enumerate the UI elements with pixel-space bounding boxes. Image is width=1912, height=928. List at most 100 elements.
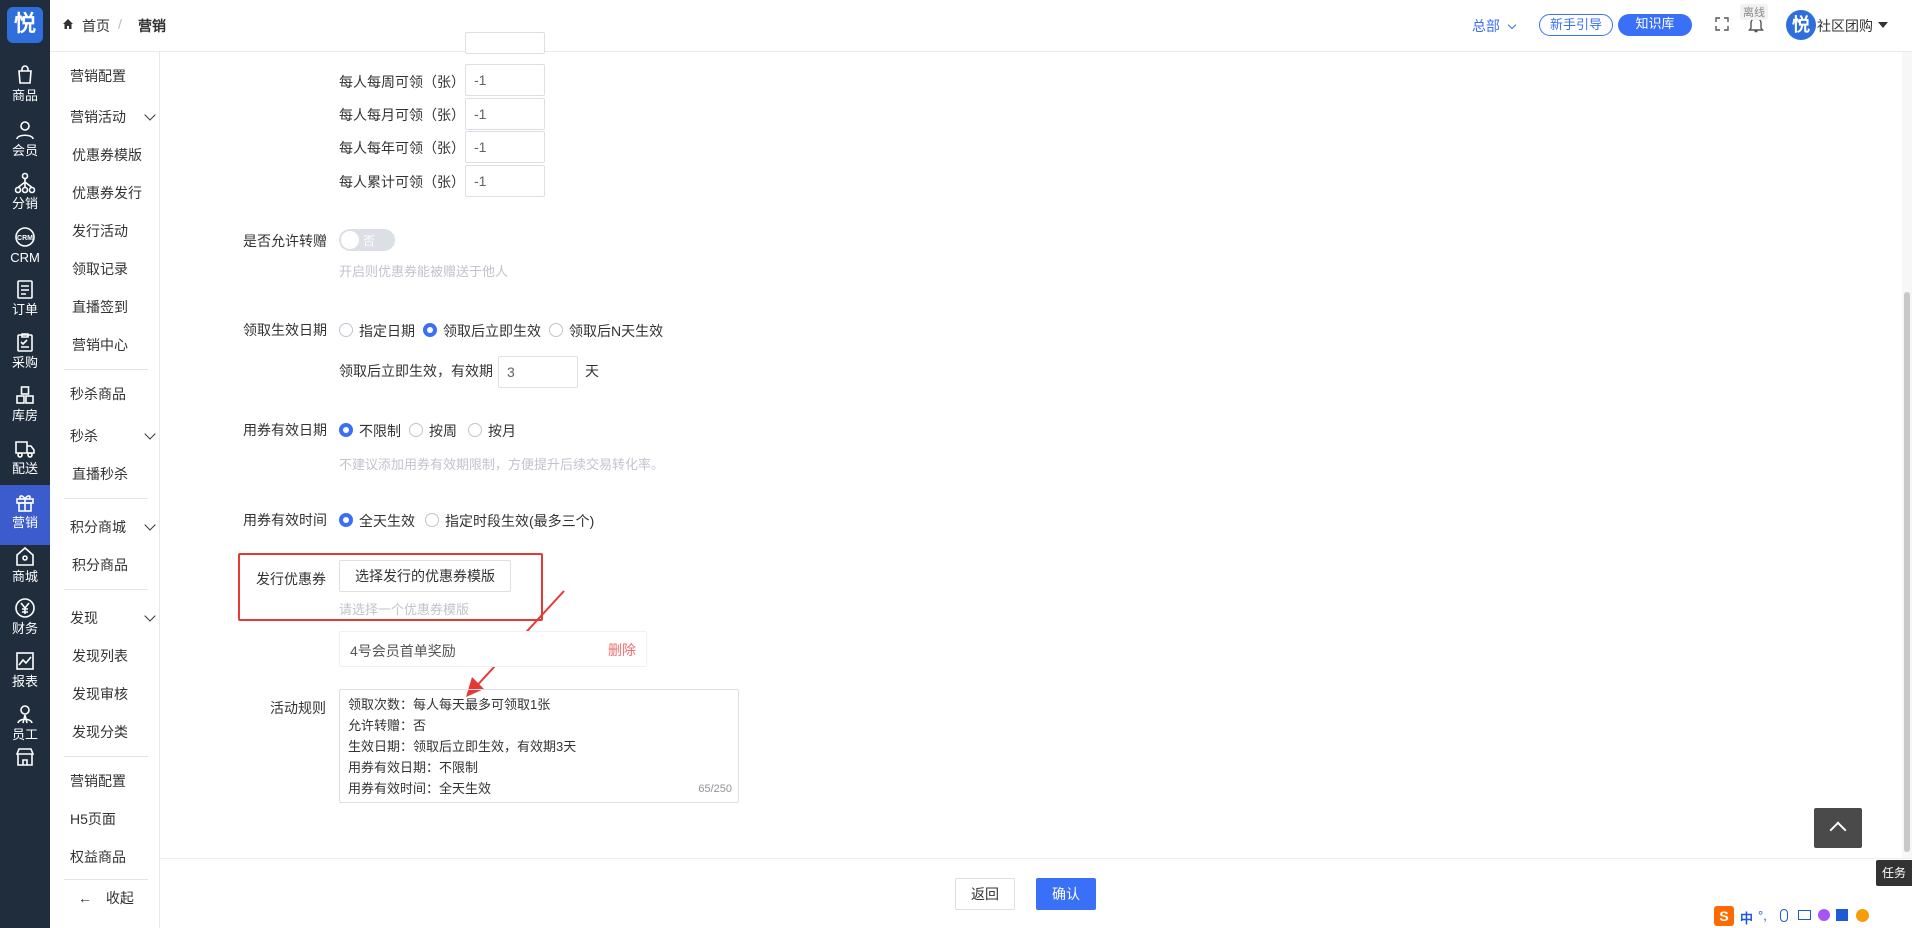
avatar[interactable]: 悦: [1786, 10, 1816, 40]
submenu-item-marketing-config-2[interactable]: 营销配置: [70, 771, 126, 791]
submenu-item-live-flash-sale[interactable]: 直播秒杀: [72, 464, 128, 484]
claim-date-option-immediate[interactable]: 领取后立即生效: [423, 320, 543, 340]
keyboard-icon[interactable]: [1798, 910, 1811, 920]
submenu-item-claim-records[interactable]: 领取记录: [72, 259, 128, 279]
guide-button[interactable]: 新手引导: [1539, 14, 1613, 36]
confirm-button[interactable]: 确认: [1036, 878, 1096, 910]
rail-item-crm[interactable]: CRM CRM: [0, 220, 50, 280]
limit-input-month[interactable]: -1: [465, 98, 545, 130]
task-tab[interactable]: 任务: [1876, 860, 1912, 886]
top-header: 首页 / 营销 总部 新手引导 知识库 离线 悦 社区团购: [50, 0, 1912, 52]
chevron-down-icon: [144, 109, 156, 121]
org-selector[interactable]: 总部: [1472, 16, 1517, 36]
ime-mode-chinese[interactable]: 中: [1740, 908, 1753, 927]
radio-label: 指定日期: [359, 323, 415, 339]
use-time-option-period[interactable]: 指定时段生效(最多三个): [425, 510, 595, 530]
collapse-button[interactable]: ← 收起: [78, 888, 134, 908]
submenu-group-flash-sale[interactable]: 秒杀: [70, 426, 156, 446]
microphone-icon[interactable]: [1780, 909, 1788, 922]
ime-punctuation[interactable]: °,: [1758, 908, 1767, 923]
submenu-item-discover-list[interactable]: 发现列表: [72, 646, 128, 666]
coupon-activity-form: 每人每周可领（张） -1 每人每月可领（张） -1 每人每年可领（张） -1 每…: [160, 32, 1912, 858]
rail-item-truck[interactable]: 配送: [0, 431, 50, 491]
limit-input-year[interactable]: -1: [465, 131, 545, 163]
knowledge-base-button[interactable]: 知识库: [1618, 14, 1692, 36]
submenu-item-flash-sale-goods[interactable]: 秒杀商品: [70, 384, 126, 404]
claim-date-option-fixed[interactable]: 指定日期: [339, 320, 419, 340]
rail-item-yen[interactable]: 财务: [0, 591, 50, 651]
use-time-option-all-day[interactable]: 全天生效: [339, 510, 419, 530]
scrollbar-thumb[interactable]: [1904, 292, 1910, 852]
ime-avatar-icon[interactable]: [1856, 909, 1869, 922]
back-to-top-button[interactable]: [1814, 808, 1862, 848]
caret-down-icon[interactable]: [1878, 22, 1888, 28]
submenu-item-h5-page[interactable]: H5页面: [70, 809, 116, 829]
rail-item-gift[interactable]: 营销: [0, 485, 50, 545]
submenu-item-marketing-config[interactable]: 营销配置: [70, 66, 126, 86]
rail-item-bag[interactable]: 商品: [0, 58, 50, 118]
sogou-ime-icon[interactable]: S: [1714, 906, 1734, 926]
back-button[interactable]: 返回: [955, 878, 1015, 910]
limit-input-week[interactable]: -1: [465, 64, 545, 96]
submenu-divider: [64, 498, 148, 499]
radio-label: 不限制: [359, 423, 401, 439]
use-date-option-monthly[interactable]: 按月: [468, 420, 520, 440]
rail-item-chart[interactable]: 报表: [0, 644, 50, 704]
left-nav-rail: 悦 商品 会员 分销 CRM CRM 订单 采购 库房 配送 营销 商城 财务 报表 员工: [0, 0, 50, 928]
submenu-item-marketing-center[interactable]: 营销中心: [72, 335, 128, 355]
submenu-item-discover-review[interactable]: 发现审核: [72, 684, 128, 704]
rules-line: 领取次数：每人每天最多可领取1张: [348, 697, 551, 712]
submenu-item-coupon-template[interactable]: 优惠券模版: [72, 145, 142, 165]
home-icon: [16, 546, 34, 566]
claim-date-option-n-days[interactable]: 领取后N天生效: [549, 320, 669, 340]
user-name[interactable]: 社区团购: [1817, 16, 1873, 36]
rules-textarea[interactable]: 领取次数：每人每天最多可领取1张 允许转赠：否 生效日期：领取后立即生效，有效期…: [339, 689, 739, 803]
transfer-hint: 开启则优惠券能被赠送于他人: [339, 264, 509, 279]
limit-input-total[interactable]: -1: [465, 165, 545, 197]
fullscreen-icon[interactable]: [1714, 16, 1730, 35]
submenu-item-coupon-issue[interactable]: 优惠券发行: [72, 183, 142, 203]
order-icon: [17, 280, 33, 299]
radio-dot: [549, 323, 563, 337]
rail-item-clipboard[interactable]: 采购: [0, 325, 50, 385]
toolbox-icon[interactable]: [1836, 909, 1848, 921]
submenu-divider: [64, 879, 148, 880]
submenu-item-live-checkin[interactable]: 直播签到: [72, 297, 128, 317]
radio-dot: [339, 323, 353, 337]
breadcrumb-current: 营销: [138, 18, 166, 34]
rail-item-user[interactable]: 会员: [0, 113, 50, 173]
submenu-item-discover-category[interactable]: 发现分类: [72, 722, 128, 742]
delete-coupon-link[interactable]: 删除: [608, 640, 636, 660]
app-logo[interactable]: 悦: [7, 7, 43, 43]
submenu-group-marketing-activities[interactable]: 营销活动: [70, 107, 156, 127]
rail-item-warehouse[interactable]: 库房: [0, 378, 50, 438]
rail-item-home[interactable]: 商城: [0, 539, 50, 599]
rail-item-order[interactable]: 订单: [0, 272, 50, 332]
use-date-option-unlimited[interactable]: 不限制: [339, 420, 401, 440]
breadcrumb-home[interactable]: 首页: [82, 16, 110, 36]
scrollbar-track[interactable]: [1902, 52, 1912, 858]
limit-input-partial[interactable]: [465, 32, 545, 54]
validity-unit: 天: [585, 363, 599, 379]
transfer-toggle[interactable]: 否: [339, 229, 395, 251]
submenu-group-discover[interactable]: 发现: [70, 608, 156, 628]
rail-item-label: 报表: [11, 674, 38, 689]
use-date-option-weekly[interactable]: 按周: [409, 420, 461, 440]
form-footer: 返回 确认: [160, 858, 1912, 928]
rules-line: 允许转赠：否: [348, 718, 427, 733]
submenu-item-rights-goods[interactable]: 权益商品: [70, 847, 126, 867]
radio-label: 领取后立即生效: [443, 323, 541, 339]
breadcrumb-separator: /: [118, 16, 122, 32]
validity-days-input[interactable]: 3: [498, 356, 578, 388]
yen-icon: [15, 598, 35, 618]
chevron-down-icon: [144, 428, 156, 440]
submenu-group-points-mall[interactable]: 积分商城: [70, 517, 156, 537]
rail-item-network[interactable]: 分销: [0, 166, 50, 226]
skin-icon[interactable]: [1818, 909, 1830, 921]
submenu-item-points-goods[interactable]: 积分商品: [72, 555, 128, 575]
home-icon[interactable]: [62, 17, 74, 33]
submenu-item-issue-activity[interactable]: 发行活动: [72, 221, 128, 241]
rail-item-label: 财务: [11, 621, 38, 636]
rail-item-store[interactable]: [0, 740, 50, 800]
selected-coupon-name: 4号会员首单奖励: [350, 643, 456, 659]
